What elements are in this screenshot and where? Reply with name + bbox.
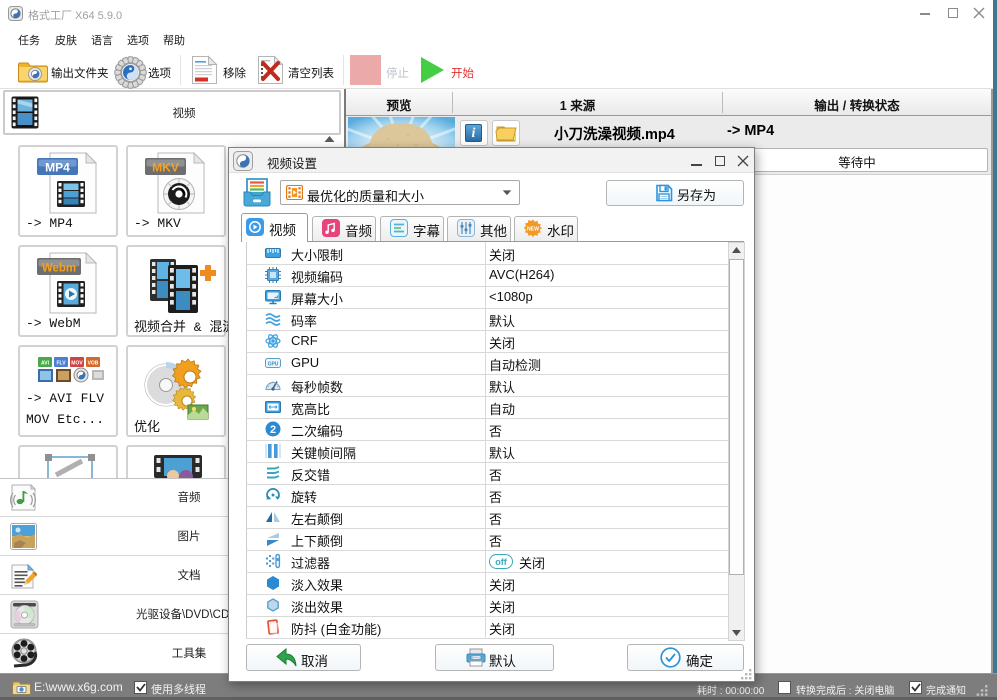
svg-text:MP4: MP4 bbox=[45, 161, 70, 175]
svg-text:FLV: FLV bbox=[56, 361, 66, 367]
svg-text:NEW: NEW bbox=[527, 227, 539, 233]
svg-text:MOV: MOV bbox=[71, 361, 83, 367]
svg-text:DEFAULT: DEFAULT bbox=[470, 656, 483, 660]
svg-text:Webm: Webm bbox=[42, 263, 76, 275]
svg-text:AVI: AVI bbox=[41, 361, 50, 367]
svg-text:MKV: MKV bbox=[152, 161, 179, 175]
svg-text:VOB: VOB bbox=[88, 361, 99, 367]
svg-text:2: 2 bbox=[270, 424, 276, 436]
svg-text:GPU: GPU bbox=[268, 362, 279, 368]
